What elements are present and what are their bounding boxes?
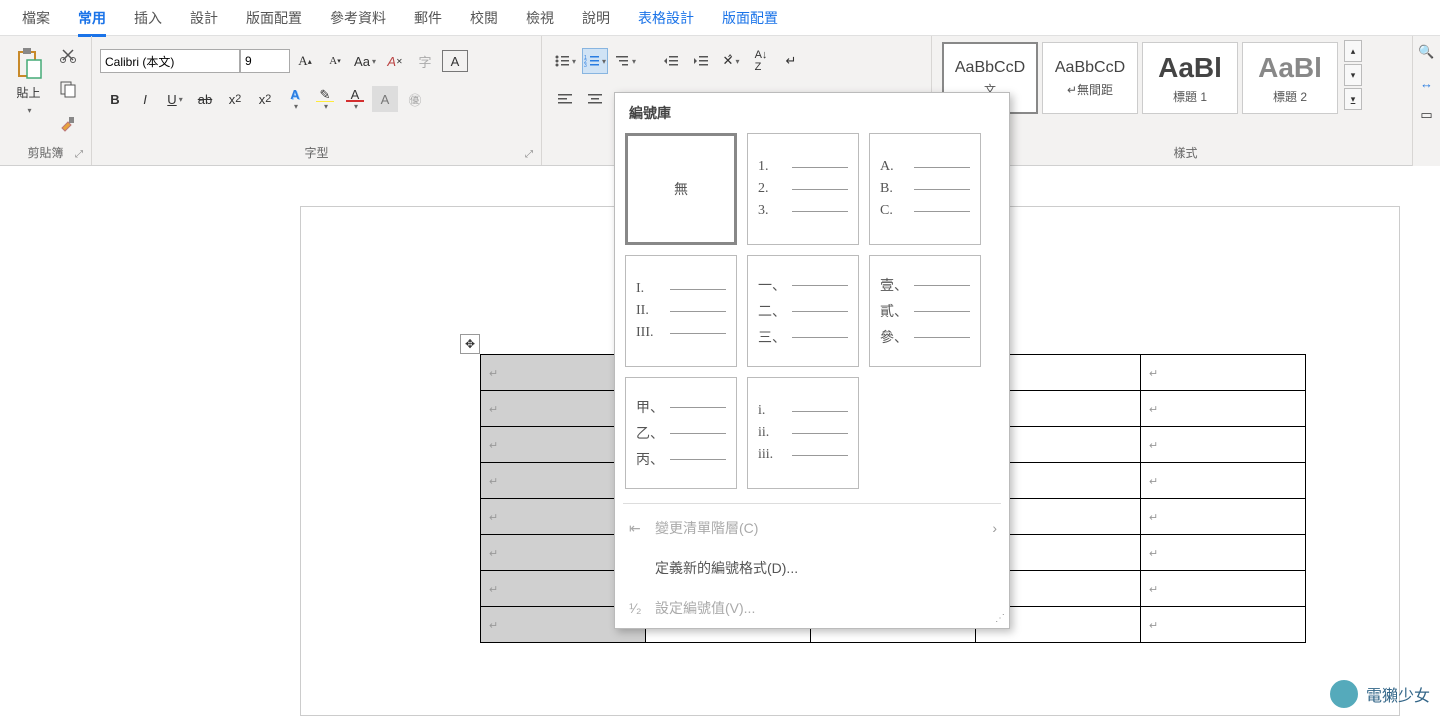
paste-dropdown-icon xyxy=(25,101,31,116)
shrink-font-button[interactable]: A▾ xyxy=(322,48,348,74)
enclose-char-button[interactable]: ㊝ xyxy=(402,86,428,112)
watermark: 電獺少女 xyxy=(1328,678,1430,710)
tab-references[interactable]: 參考資料 xyxy=(316,0,400,36)
increase-indent-button[interactable] xyxy=(688,48,714,74)
tab-review[interactable]: 校閱 xyxy=(456,0,512,36)
numbering-button[interactable]: 123 xyxy=(582,48,608,74)
tab-design[interactable]: 設計 xyxy=(176,0,232,36)
table-move-handle[interactable]: ✥ xyxy=(460,334,480,354)
align-center-button[interactable] xyxy=(582,86,608,112)
tab-table-layout[interactable]: 版面配置 xyxy=(708,0,792,36)
styles-expand[interactable]: ▾̲ xyxy=(1344,88,1362,110)
format-painter-button[interactable] xyxy=(55,110,81,136)
select-icon[interactable]: ▭ xyxy=(1420,107,1432,123)
right-sidebar: 🔍 ↔ ▭ xyxy=(1412,36,1440,166)
font-expand-icon[interactable]: ⤢ xyxy=(525,149,539,163)
svg-text:3: 3 xyxy=(584,63,587,68)
numbering-option-cjk-stems[interactable]: 甲、 乙、 丙、 xyxy=(625,377,737,489)
underline-button[interactable]: U xyxy=(162,86,188,112)
styles-scroll-down[interactable]: ▾ xyxy=(1344,64,1362,86)
chevron-right-icon: › xyxy=(992,520,997,536)
define-new-format-item[interactable]: 定義新的編號格式(D)... xyxy=(615,548,1009,588)
replace-icon[interactable]: ↔ xyxy=(1420,76,1433,91)
paste-label: 貼上 xyxy=(16,84,40,101)
clear-formatting-button[interactable]: A✕ xyxy=(382,48,408,74)
superscript-button[interactable]: x2 xyxy=(252,86,278,112)
char-shading-button[interactable]: A xyxy=(372,86,398,112)
set-numbering-value-item: ¹⁄₂ 設定編號值(V)... xyxy=(615,588,1009,628)
cut-button[interactable] xyxy=(55,42,81,68)
grow-font-button[interactable]: A▴ xyxy=(292,48,318,74)
asian-layout-button[interactable]: ✕̂ xyxy=(718,48,744,74)
tab-table-design[interactable]: 表格設計 xyxy=(624,0,708,36)
phonetic-guide-button[interactable]: 字 xyxy=(412,48,438,74)
show-marks-button[interactable]: ↵ xyxy=(778,48,804,74)
char-border-button[interactable]: A xyxy=(442,50,468,72)
style-no-spacing[interactable]: AaBbCcD ↵無間距 xyxy=(1042,42,1138,114)
tab-layout[interactable]: 版面配置 xyxy=(232,0,316,36)
popup-title: 編號庫 xyxy=(615,93,1009,133)
tab-mailings[interactable]: 郵件 xyxy=(400,0,456,36)
style-heading1[interactable]: AaBl 標題 1 xyxy=(1142,42,1238,114)
numbering-option-lower-roman[interactable]: i. ii. iii. xyxy=(747,377,859,489)
align-left-button[interactable] xyxy=(552,86,578,112)
numbering-option-none[interactable]: 無 xyxy=(625,133,737,245)
search-icon[interactable]: 🔍 xyxy=(1418,44,1434,60)
numbering-option-upper-roman[interactable]: I. II. III. xyxy=(625,255,737,367)
numbering-option-cjk-ideographic[interactable]: 一、 二、 三、 xyxy=(747,255,859,367)
tab-file[interactable]: 檔案 xyxy=(8,0,64,36)
paste-button[interactable]: 貼上 xyxy=(10,42,47,122)
set-value-icon: ¹⁄₂ xyxy=(629,600,655,616)
font-color-button[interactable]: A xyxy=(342,86,368,112)
change-list-level-item: ⇤ 變更清單階層(C) › xyxy=(615,508,1009,548)
styles-group-label: 樣式 xyxy=(940,140,1431,165)
bullets-button[interactable] xyxy=(552,48,578,74)
decrease-indent-button[interactable] xyxy=(658,48,684,74)
copy-button[interactable] xyxy=(55,76,81,102)
font-name-combo[interactable] xyxy=(100,49,240,73)
tab-help[interactable]: 說明 xyxy=(568,0,624,36)
text-effects-button[interactable]: A xyxy=(282,86,308,112)
clipboard-expand-icon[interactable]: ⤢ xyxy=(75,149,89,163)
tab-home[interactable]: 常用 xyxy=(64,0,120,36)
styles-scroll-up[interactable]: ▴ xyxy=(1344,40,1362,62)
font-size-combo[interactable] xyxy=(240,49,290,73)
numbering-option-upper-alpha[interactable]: A. B. C. xyxy=(869,133,981,245)
subscript-button[interactable]: x2 xyxy=(222,86,248,112)
tab-view[interactable]: 檢視 xyxy=(512,0,568,36)
numbering-gallery-popup: 編號庫 無 1. 2. 3. A. B. C. I. II. III. 一、 二… xyxy=(614,92,1010,629)
font-group-label: 字型 xyxy=(100,140,533,165)
highlight-button[interactable]: ✎ xyxy=(312,86,338,112)
style-heading2[interactable]: AaBl 標題 2 xyxy=(1242,42,1338,114)
numbering-option-arabic[interactable]: 1. 2. 3. xyxy=(747,133,859,245)
tab-insert[interactable]: 插入 xyxy=(120,0,176,36)
ribbon-tabs: 檔案 常用 插入 設計 版面配置 參考資料 郵件 校閱 檢視 說明 表格設計 版… xyxy=(0,0,1440,36)
sort-button[interactable]: A↓Z xyxy=(748,48,774,74)
italic-button[interactable]: I xyxy=(132,86,158,112)
popup-resize-handle[interactable]: ⋰ xyxy=(995,613,1005,624)
numbering-option-cjk-traditional[interactable]: 壹、 貳、 參、 xyxy=(869,255,981,367)
change-case-button[interactable]: Aa xyxy=(352,48,378,74)
avatar-icon xyxy=(1328,678,1360,710)
multilevel-list-button[interactable] xyxy=(612,48,638,74)
indent-icon: ⇤ xyxy=(629,520,655,537)
bold-button[interactable]: B xyxy=(102,86,128,112)
strikethrough-button[interactable]: ab xyxy=(192,86,218,112)
clipboard-group-label: 剪貼簿 xyxy=(8,140,83,165)
